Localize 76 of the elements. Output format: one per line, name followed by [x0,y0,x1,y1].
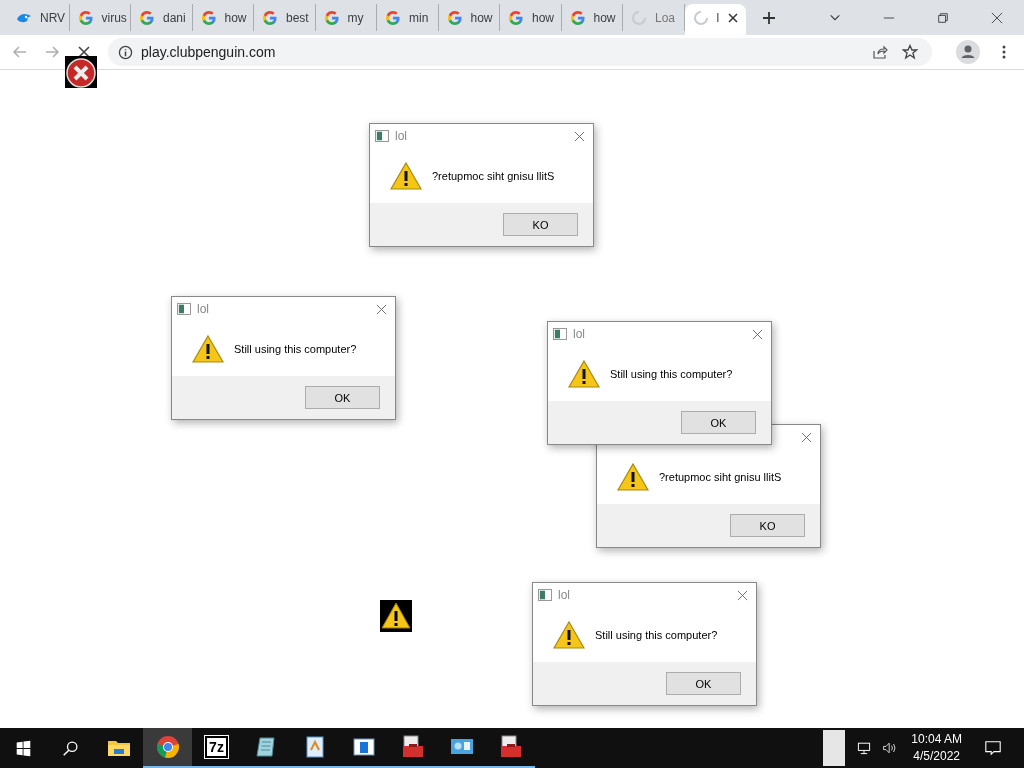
g-logo-icon [200,9,217,26]
warning-icon [380,600,412,632]
toolbox-icon [498,735,523,759]
g-logo-icon [508,9,524,26]
app-logo: 7z [205,736,228,758]
dialog-button[interactable]: KO [503,213,578,236]
g-logo-icon [139,9,155,26]
toolbox-icon [400,735,425,759]
info-icon [118,44,133,60]
warning-icon [553,619,585,650]
browser-tab[interactable]: my [315,4,377,31]
warning-icon [617,461,649,492]
notepad-icon [253,735,278,759]
dialog-message: Still using this computer? [595,628,718,641]
warning-icon [192,333,224,364]
new-tab-icon[interactable] [762,10,776,25]
tray-panel[interactable] [823,730,846,766]
close-tab-icon[interactable] [728,12,738,23]
network-icon[interactable] [856,740,873,756]
close-icon[interactable] [752,328,763,340]
taskbar-app-button[interactable]: 7z [192,728,241,768]
close-icon[interactable] [801,431,812,443]
share-icon[interactable] [872,44,888,60]
close-icon[interactable] [991,11,1003,24]
g-logo-icon [446,9,463,26]
g-logo-icon [77,9,94,26]
browser-tab[interactable]: how [500,4,562,31]
app-icon [177,303,191,315]
volume-icon[interactable] [882,740,899,756]
dialog-button[interactable]: KO [730,514,805,537]
warning-icon [390,160,422,191]
clock-time[interactable]: 10:04 AM [911,731,962,748]
browser-tab[interactable]: NRV [8,4,70,31]
browser-tab[interactable]: best [254,4,316,31]
browser-tab[interactable]: virus [69,4,131,31]
dialog-message: Still using this computer? [234,342,357,355]
g-logo-icon [569,9,586,26]
dialog-title: lol [395,129,407,143]
restore-icon[interactable] [937,11,949,24]
dialog-message: ?retupmoc siht gnisu llitS [432,169,555,182]
app-icon [553,328,567,340]
spinner-icon [692,9,709,26]
dialog-message: ?retupmoc siht gnisu llitS [659,470,782,483]
dialog-message: Still using this computer? [610,367,733,380]
app-icon [538,589,552,601]
dialog-button[interactable]: OK [305,386,380,409]
close-icon[interactable] [376,303,387,315]
clock-date[interactable]: 4/5/2022 [913,748,960,765]
address-field[interactable]: play.clubpenguin.com [108,38,932,66]
browser-tab[interactable]: l [684,4,746,35]
profile-icon[interactable] [956,40,980,64]
g-logo-icon [262,9,278,26]
dialog-title: lol [197,302,209,316]
spinner-icon [631,9,647,26]
dialog-title: lol [573,327,585,341]
close-icon[interactable] [574,130,585,142]
notification-icon[interactable] [984,739,1002,757]
start-icon[interactable] [15,739,32,757]
warning-icon [568,358,600,389]
star-icon[interactable] [902,44,918,60]
g-logo-icon [323,9,340,26]
search-icon[interactable] [62,739,79,757]
browser-tab[interactable]: how [561,4,623,31]
app-icon [375,130,389,142]
close-icon[interactable] [737,589,748,601]
browser-tab[interactable]: how [192,4,254,31]
dialog-button[interactable]: OK [681,411,756,434]
browser-tab[interactable]: dani [131,4,193,31]
window-icon [351,735,376,759]
dialog-button[interactable]: OK [666,672,741,695]
dialog-title: lol [558,588,570,602]
chrome-icon [155,735,180,759]
taskbar-app-button[interactable] [143,728,192,768]
g-logo-icon [385,9,401,26]
browser-tab[interactable]: min [377,4,439,31]
browser-tab[interactable]: how [438,4,500,31]
